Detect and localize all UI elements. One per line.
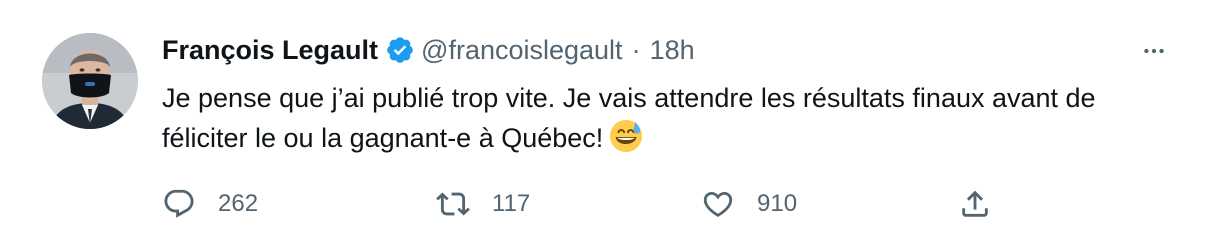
avatar[interactable] (42, 33, 138, 129)
like-count: 910 (757, 190, 798, 217)
reply-count: 262 (218, 190, 259, 217)
tweet-card[interactable]: François Legault @francoislegault · 18h … (0, 0, 1212, 243)
verified-badge-icon (385, 35, 415, 65)
reply-button[interactable]: 262 (162, 184, 258, 224)
display-name[interactable]: François Legault (162, 30, 378, 70)
share-button[interactable] (958, 184, 992, 224)
reply-icon (162, 187, 196, 221)
grinning-face-with-sweat-icon (609, 119, 643, 153)
more-horizontal-icon (1141, 38, 1167, 69)
heart-icon (701, 187, 735, 221)
retweet-button[interactable]: 117 (436, 184, 530, 224)
retweet-icon (436, 187, 470, 221)
tweet-text: Je pense que j’ai publié trop vite. Je v… (162, 78, 1172, 158)
separator-dot: · (631, 35, 641, 65)
share-icon (958, 187, 992, 221)
tweet-header: François Legault @francoislegault · 18h (162, 30, 695, 70)
user-handle[interactable]: @francoislegault (421, 30, 623, 70)
timestamp[interactable]: 18h (650, 30, 695, 70)
avatar-image (42, 33, 138, 129)
tweet-actions: 262 117 910 (0, 184, 1212, 224)
more-options-button[interactable] (1134, 33, 1174, 73)
like-button[interactable]: 910 (701, 184, 797, 224)
retweet-count: 117 (492, 190, 531, 217)
